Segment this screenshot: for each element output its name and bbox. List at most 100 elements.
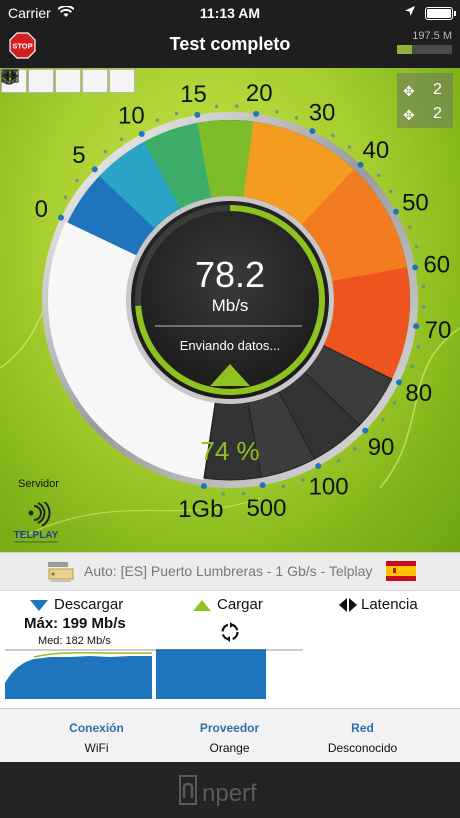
- gauge-minor-dot: [300, 478, 305, 482]
- gauge-status-text: Enviando datos...: [180, 338, 280, 353]
- server-icon: [46, 559, 74, 590]
- video-icon: [1, 69, 19, 83]
- gauge-tick-mark: [357, 161, 364, 168]
- gauge-minor-dot: [275, 109, 279, 114]
- gauge-minor-dot: [416, 345, 421, 349]
- gauge-tick-mark: [91, 166, 98, 173]
- battery-icon: [425, 7, 456, 20]
- gauge-tick-mark: [315, 462, 322, 469]
- gauge-scale-label: 0: [35, 196, 48, 223]
- connections-counter: ✥ 2 ✥ 2: [397, 73, 453, 128]
- footer: nperf: [0, 762, 460, 818]
- connection-type-value: WiFi: [84, 741, 109, 755]
- upload-arrow-icon: [193, 599, 211, 611]
- provider: Proveedor Orange: [153, 709, 306, 755]
- refresh-spinner-icon: [221, 622, 239, 642]
- memory-label: 197.5 M: [412, 30, 452, 42]
- gauge-scale-label: 80: [405, 380, 432, 407]
- telplay-logo: TELPLAY: [10, 502, 62, 546]
- gauge-minor-dot: [389, 189, 393, 194]
- latency-tab[interactable]: Latencia: [339, 596, 418, 613]
- results-panel: Descargar Cargar Latencia Máx: 199 Mb/s …: [0, 590, 460, 708]
- gauge-scale-label: 10: [118, 103, 145, 130]
- view-toolbar: [1, 69, 135, 93]
- fan-icon: ✥: [403, 83, 415, 99]
- speed-gauge-panel: 78.2 Mb/s Enviando datos... 74 % 0 5 10 15 2…: [0, 68, 460, 552]
- gauge-minor-dot: [214, 104, 219, 109]
- gauge-minor-dot: [103, 149, 108, 154]
- gauge-scale-label: 60: [423, 252, 450, 279]
- gauge-minor-dot: [294, 115, 299, 120]
- network-value: Desconocido: [327, 741, 398, 755]
- nperf-logo-text: nperf: [202, 780, 257, 807]
- server-info-bar[interactable]: Auto: [ES] Puerto Lumbreras - 1 Gb/s - T…: [0, 552, 460, 590]
- gauge-minor-dot: [381, 417, 385, 422]
- gauge-minor-dot: [119, 137, 124, 141]
- location-arrow-icon: [404, 4, 416, 20]
- gauge-minor-dot: [376, 173, 381, 178]
- gauge-minor-dot: [352, 446, 357, 451]
- connections-value: 2: [433, 81, 442, 98]
- nperf-logo: nperf: [179, 775, 257, 807]
- provider-value: Orange: [209, 741, 250, 755]
- gauge-scale-label: 100: [309, 473, 349, 500]
- gauge-tick-mark: [395, 379, 402, 386]
- gauge-scale-label: 5: [72, 142, 85, 169]
- network-label: Red: [351, 721, 374, 735]
- gauge-minor-dot: [281, 484, 286, 489]
- gauge-tick-mark: [413, 323, 420, 330]
- connection-info: Conexión WiFi Proveedor Orange Red Desco…: [0, 708, 460, 762]
- video-button[interactable]: [1, 69, 135, 93]
- gauge-scale-label: 90: [368, 434, 395, 461]
- gauge-tick-mark: [58, 214, 65, 221]
- gauge-minor-dot: [392, 401, 397, 405]
- max-speed: Máx: 199 Mb/s: [24, 615, 126, 632]
- gauge-tick-mark: [194, 111, 201, 118]
- status-bar: Carrier 11:13 AM: [0, 3, 460, 23]
- download-graph-area: [5, 656, 152, 699]
- gauge-tick-mark: [309, 128, 316, 135]
- spain-flag-icon: [386, 561, 416, 581]
- gauge-scale-label: 500: [246, 495, 286, 522]
- speed-value: 78.2: [195, 254, 265, 295]
- download-tab[interactable]: Descargar: [30, 596, 123, 613]
- server-section-label: Servidor: [18, 478, 59, 490]
- gauge-minor-dot: [336, 459, 341, 463]
- download-label: Descargar: [54, 596, 124, 613]
- gauge-svg: 78.2 Mb/s Enviando datos... 74 % 05 10 15 2…: [0, 80, 460, 539]
- latency-view-button[interactable]: [2, 69, 81, 93]
- gauge-tick-mark: [200, 483, 207, 490]
- fan-icon: ✥: [403, 107, 415, 123]
- server-description: Auto: [ES] Puerto Lumbreras - 1 Gb/s - T…: [84, 563, 373, 579]
- gauge-minor-dot: [414, 244, 419, 249]
- download-arrow-icon: [30, 599, 48, 611]
- latency-label: Latencia: [361, 596, 418, 613]
- top-bar: Carrier 11:13 AM STOP Test completo 197.…: [0, 0, 460, 68]
- gauge-minor-dot: [331, 133, 335, 138]
- connection-type-label: Conexión: [69, 721, 124, 735]
- gauge-minor-dot: [155, 118, 160, 122]
- gauge-scale-label: 70: [425, 317, 452, 344]
- gauge-tick-mark: [253, 110, 260, 117]
- clock: 11:13 AM: [199, 5, 261, 21]
- gauge-minor-dot: [410, 364, 415, 369]
- latency-icon: [339, 598, 357, 613]
- page-title: Test completo: [169, 34, 291, 54]
- memory-bar-fill: [397, 45, 413, 54]
- memory-bar: [397, 45, 452, 54]
- upload-graph-area: [156, 650, 266, 699]
- gauge-minor-dot: [421, 284, 426, 289]
- gauge-minor-dot: [174, 111, 179, 116]
- median-speed: Med: 182 Mb/s: [38, 635, 111, 647]
- gauge-minor-dot: [408, 225, 412, 230]
- globe-button[interactable]: [1, 69, 108, 93]
- gauge-minor-dot: [75, 178, 79, 183]
- gauge-tick-mark: [392, 208, 399, 215]
- upload-tab[interactable]: Cargar: [193, 596, 263, 613]
- upload-view-button[interactable]: [2, 69, 54, 93]
- speed-unit: Mb/s: [212, 296, 249, 315]
- gauge-scale-label: 50: [402, 189, 429, 216]
- gauge-minor-dot: [422, 304, 426, 309]
- gauge-minor-dot: [241, 491, 246, 496]
- progress-percent: 74 %: [200, 436, 259, 466]
